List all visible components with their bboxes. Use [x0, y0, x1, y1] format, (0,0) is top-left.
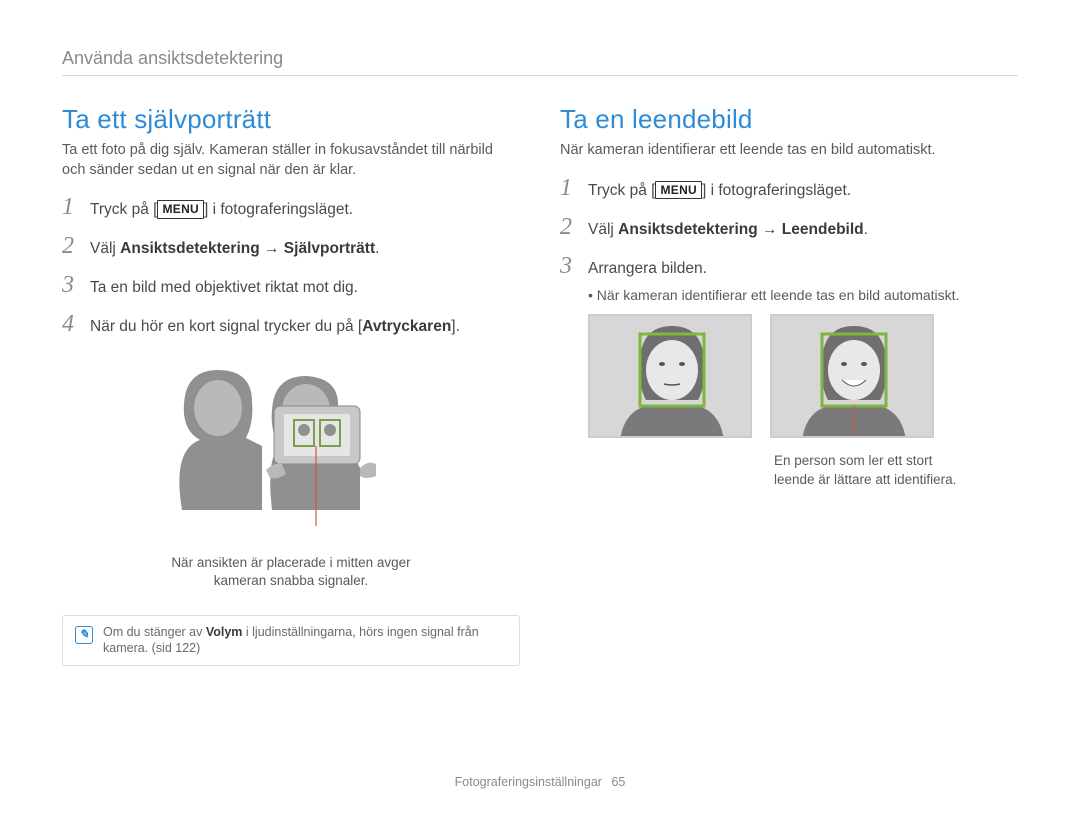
- selfie-svg: [162, 350, 420, 526]
- step-number: 1: [560, 175, 588, 202]
- column-selfportrait: Ta ett självporträtt Ta ett foto på dig …: [62, 104, 520, 666]
- text-bold: Avtryckaren: [362, 318, 451, 335]
- text: Välj: [90, 240, 120, 257]
- column-smileshot: Ta en leendebild När kameran identifiera…: [560, 104, 1018, 666]
- step-text: Välj Ansiktsdetektering → Leendebild.: [588, 219, 1018, 241]
- text-bold: Ansiktsdetektering → Självporträtt: [120, 240, 375, 257]
- smile-examples: [588, 314, 1018, 438]
- steps-smileshot: 1 Tryck på [MENU] i fotograferingsläget.…: [560, 175, 1018, 280]
- face-frame-neutral: [588, 314, 752, 438]
- text-bold: Ansiktsdetektering → Leendebild: [618, 221, 863, 238]
- intro-selfportrait: Ta ett foto på dig själv. Kameran ställe…: [62, 141, 520, 180]
- step-number: 1: [62, 194, 90, 221]
- text: ] i fotograferingsläget.: [702, 182, 851, 199]
- face-frame-smile: [770, 314, 934, 438]
- text: ] i fotograferingsläget.: [204, 201, 353, 218]
- step-text: Arrangera bilden.: [588, 258, 1018, 280]
- step-number: 3: [560, 253, 588, 280]
- menu-button-label: MENU: [157, 200, 204, 219]
- face-smile-svg: [772, 316, 934, 438]
- heading-smileshot: Ta en leendebild: [560, 104, 1018, 135]
- step-3-bullet: När kameran identifierar ett leende tas …: [588, 286, 1018, 305]
- footer-page: 65: [611, 775, 625, 789]
- menu-button-label: MENU: [655, 181, 702, 200]
- step-1-right: 1 Tryck på [MENU] i fotograferingsläget.: [560, 175, 1018, 202]
- header-divider: [62, 75, 1018, 76]
- text-bold: Volym: [206, 625, 243, 639]
- smile-caption: En person som ler ett stort leende är lä…: [774, 452, 974, 488]
- step-text: Ta en bild med objektivet riktat mot dig…: [90, 277, 520, 299]
- step-text: Välj Ansiktsdetektering → Självporträtt.: [90, 238, 520, 260]
- text: Tryck på [: [90, 201, 157, 218]
- step-1-left: 1 Tryck på [MENU] i fotograferingsläget.: [62, 194, 520, 221]
- step-text: När du hör en kort signal trycker du på …: [90, 316, 520, 338]
- breadcrumb: Använda ansiktsdetektering: [62, 48, 1018, 69]
- text: ].: [451, 318, 460, 335]
- step-number: 2: [560, 214, 588, 241]
- face-neutral-svg: [590, 316, 752, 438]
- footer-section: Fotograferingsinställningar: [455, 775, 602, 789]
- step-2-left: 2 Välj Ansiktsdetektering → Självporträt…: [62, 233, 520, 260]
- step-3-right: 3 Arrangera bilden.: [560, 253, 1018, 280]
- text: När du hör en kort signal trycker du på …: [90, 318, 362, 335]
- tip-text: Om du stänger av Volym i ljudinställning…: [103, 624, 507, 658]
- content-columns: Ta ett självporträtt Ta ett foto på dig …: [62, 104, 1018, 666]
- step-text: Tryck på [MENU] i fotograferingsläget.: [90, 199, 520, 221]
- step-3-left: 3 Ta en bild med objektivet riktat mot d…: [62, 272, 520, 299]
- step-number: 4: [62, 311, 90, 338]
- steps-selfportrait: 1 Tryck på [MENU] i fotograferingsläget.…: [62, 194, 520, 338]
- note-icon: ✎: [75, 626, 93, 644]
- text: Tryck på [: [588, 182, 655, 199]
- text: Om du stänger av: [103, 625, 206, 639]
- text: Välj: [588, 221, 618, 238]
- footer: Fotograferingsinställningar 65: [0, 775, 1080, 789]
- illustration-selfportrait: När ansikten är placerade i mitten avger…: [161, 350, 421, 590]
- step-4-left: 4 När du hör en kort signal trycker du p…: [62, 311, 520, 338]
- tip-box: ✎ Om du stänger av Volym i ljudinställni…: [62, 615, 520, 667]
- intro-smileshot: När kameran identifierar ett leende tas …: [560, 141, 1018, 161]
- step-2-right: 2 Välj Ansiktsdetektering → Leendebild.: [560, 214, 1018, 241]
- text: .: [375, 240, 379, 257]
- heading-selfportrait: Ta ett självporträtt: [62, 104, 520, 135]
- step-text: Tryck på [MENU] i fotograferingsläget.: [588, 180, 1018, 202]
- text: .: [864, 221, 868, 238]
- callout-selfportrait: När ansikten är placerade i mitten avger…: [161, 554, 421, 590]
- step-number: 3: [62, 272, 90, 299]
- step-number: 2: [62, 233, 90, 260]
